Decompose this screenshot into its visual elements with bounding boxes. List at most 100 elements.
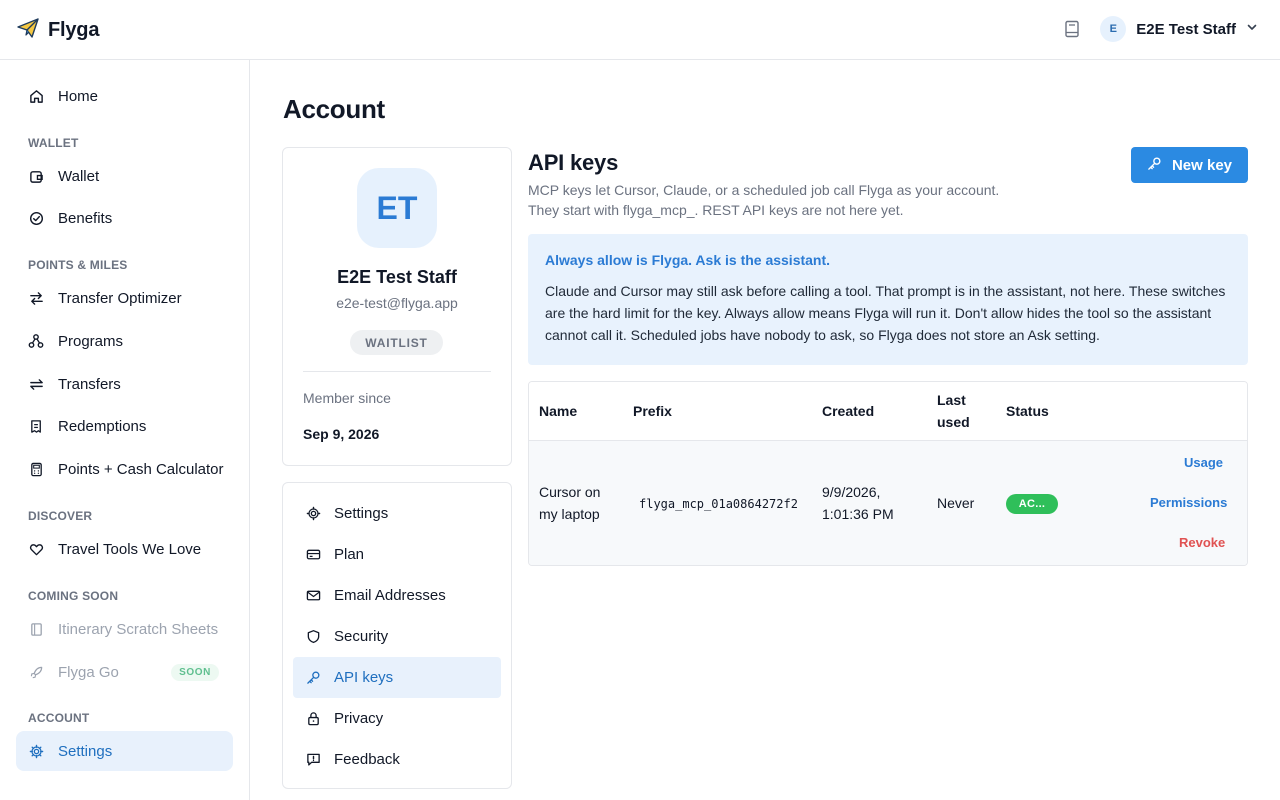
app-name: Flyga xyxy=(48,19,100,41)
sidebar-item-label: Home xyxy=(58,87,99,105)
notebook-icon xyxy=(28,621,44,637)
top-bar: Flyga E E2E Test Staff xyxy=(0,0,1280,60)
table-header: Name Prefix Created Last used Status xyxy=(529,382,1247,441)
section-points-miles: POINTS & MILES xyxy=(28,258,128,272)
settings-nav-settings[interactable]: Settings xyxy=(293,493,501,534)
sidebar-item-label: Programs xyxy=(58,332,124,350)
user-name: E2E Test Staff xyxy=(1136,20,1236,38)
heart-icon xyxy=(28,541,44,557)
key-icon xyxy=(1147,156,1162,175)
settings-nav-feedback[interactable]: Feedback xyxy=(293,739,501,780)
sidebar-item-benefits[interactable]: Benefits xyxy=(16,198,233,238)
member-since-label: Member since xyxy=(303,390,391,406)
sidebar-item-itinerary-scratch-sheets: Itinerary Scratch Sheets xyxy=(16,609,233,649)
settings-nav-label: Privacy xyxy=(334,710,384,727)
sidebar-item-label: Travel Tools We Love xyxy=(58,540,202,558)
table-row: Cursor on my laptop flyga_mcp_01a0864272… xyxy=(529,441,1247,565)
sidebar-item-wallet[interactable]: Wallet xyxy=(16,156,233,196)
settings-nav-card: Settings Plan Email Addresses Security A… xyxy=(282,482,512,789)
settings-nav-label: Plan xyxy=(334,546,365,563)
info-body: Claude and Cursor may still ask before c… xyxy=(545,283,1226,343)
credit-card-icon xyxy=(305,547,321,563)
shield-icon xyxy=(305,629,321,645)
page-title: Account xyxy=(283,94,385,124)
status-badge: AC... xyxy=(1006,494,1058,514)
sidebar-item-label: Flyga Go xyxy=(58,663,119,681)
rocket-icon xyxy=(28,664,44,680)
lock-icon xyxy=(305,711,321,727)
wallet-icon xyxy=(28,168,44,184)
sidebar-item-label: Benefits xyxy=(58,209,113,227)
section-wallet: WALLET xyxy=(28,136,79,150)
network-icon xyxy=(28,333,44,349)
cell-name: Cursor on my laptop xyxy=(539,481,600,525)
mail-icon xyxy=(305,588,321,604)
settings-nav-security[interactable]: Security xyxy=(293,616,501,657)
section-coming-soon: COMING SOON xyxy=(28,589,119,603)
sidebar-item-label: Points + Cash Calculator xyxy=(58,460,224,478)
sidebar-item-travel-tools[interactable]: Travel Tools We Love xyxy=(16,529,233,569)
member-since-value: Sep 9, 2026 xyxy=(303,426,380,442)
sidebar-item-label: Redemptions xyxy=(58,417,147,435)
docs-book-icon[interactable] xyxy=(1062,19,1082,39)
sidebar-item-label: Settings xyxy=(58,742,113,760)
cell-last-used: Never xyxy=(937,495,975,511)
cell-prefix: flyga_mcp_01a0864272f2 xyxy=(639,497,798,511)
description-line: MCP keys let Cursor, Claude, or a schedu… xyxy=(528,182,1000,198)
cell-line: my laptop xyxy=(539,506,600,522)
section-account: ACCOUNT xyxy=(28,711,90,725)
sidebar-item-home[interactable]: Home xyxy=(16,76,233,116)
sidebar-item-transfers[interactable]: Transfers xyxy=(16,364,233,404)
sidebar-item-points-cash-calculator[interactable]: Points + Cash Calculator xyxy=(16,449,233,489)
divider xyxy=(303,371,491,372)
header-line: Last xyxy=(937,392,966,408)
user-menu[interactable]: E E2E Test Staff xyxy=(1100,16,1258,42)
sidebar-item-transfer-optimizer[interactable]: Transfer Optimizer xyxy=(16,278,233,318)
sidebar-item-settings[interactable]: Settings xyxy=(16,731,233,771)
receipt-icon xyxy=(28,418,44,434)
sidebar-item-label: Transfers xyxy=(58,375,121,393)
info-callout: Always allow is Flyga. Ask is the assist… xyxy=(528,234,1248,365)
settings-nav-privacy[interactable]: Privacy xyxy=(293,698,501,739)
message-alert-icon xyxy=(305,752,321,768)
swap-arrows-icon xyxy=(28,290,44,306)
profile-card: ET E2E Test Staff e2e-test@flyga.app WAI… xyxy=(282,147,512,466)
calculator-icon xyxy=(28,461,44,477)
settings-nav-label: API keys xyxy=(334,669,394,686)
new-key-button[interactable]: New key xyxy=(1131,147,1248,183)
settings-nav-email-addresses[interactable]: Email Addresses xyxy=(293,575,501,616)
sidebar-item-redemptions[interactable]: Redemptions xyxy=(16,406,233,446)
chevron-down-icon xyxy=(1246,20,1258,38)
description-line: They start with flyga_mcp_. REST API key… xyxy=(528,202,904,218)
cell-created: 9/9/2026, 1:01:36 PM xyxy=(822,481,894,525)
settings-nav-plan[interactable]: Plan xyxy=(293,534,501,575)
header-line: used xyxy=(937,414,970,430)
settings-nav-label: Feedback xyxy=(334,751,400,768)
brand[interactable]: Flyga xyxy=(16,16,99,45)
profile-email: e2e-test@flyga.app xyxy=(336,295,458,311)
gear-icon xyxy=(28,743,44,759)
sidebar-item-label: Wallet xyxy=(58,167,100,185)
new-key-label: New key xyxy=(1171,156,1233,174)
api-keys-table: Name Prefix Created Last used Status Cur… xyxy=(528,381,1248,566)
permissions-link[interactable]: Permissions xyxy=(1150,495,1227,510)
profile-avatar: ET xyxy=(357,168,437,248)
profile-name: E2E Test Staff xyxy=(337,267,457,287)
revoke-link[interactable]: Revoke xyxy=(1179,535,1225,550)
api-keys-description: MCP keys let Cursor, Claude, or a schedu… xyxy=(528,180,1088,220)
usage-link[interactable]: Usage xyxy=(1184,455,1223,470)
section-discover: DISCOVER xyxy=(28,509,93,523)
settings-nav-label: Security xyxy=(334,628,389,645)
column-header-prefix: Prefix xyxy=(633,403,672,419)
settings-nav-api-keys[interactable]: API keys xyxy=(293,657,501,698)
transfer-icon xyxy=(28,376,44,392)
gear-icon xyxy=(305,506,321,522)
sidebar-item-flyga-go: Flyga Go SOON xyxy=(16,652,233,692)
paper-plane-logo-icon xyxy=(16,16,40,45)
column-header-created: Created xyxy=(822,403,875,419)
key-icon xyxy=(305,670,321,686)
soon-badge: SOON xyxy=(171,664,219,681)
sidebar-item-programs[interactable]: Programs xyxy=(16,321,233,361)
top-right-controls: E E2E Test Staff xyxy=(1062,16,1258,42)
column-header-name: Name xyxy=(539,403,578,419)
